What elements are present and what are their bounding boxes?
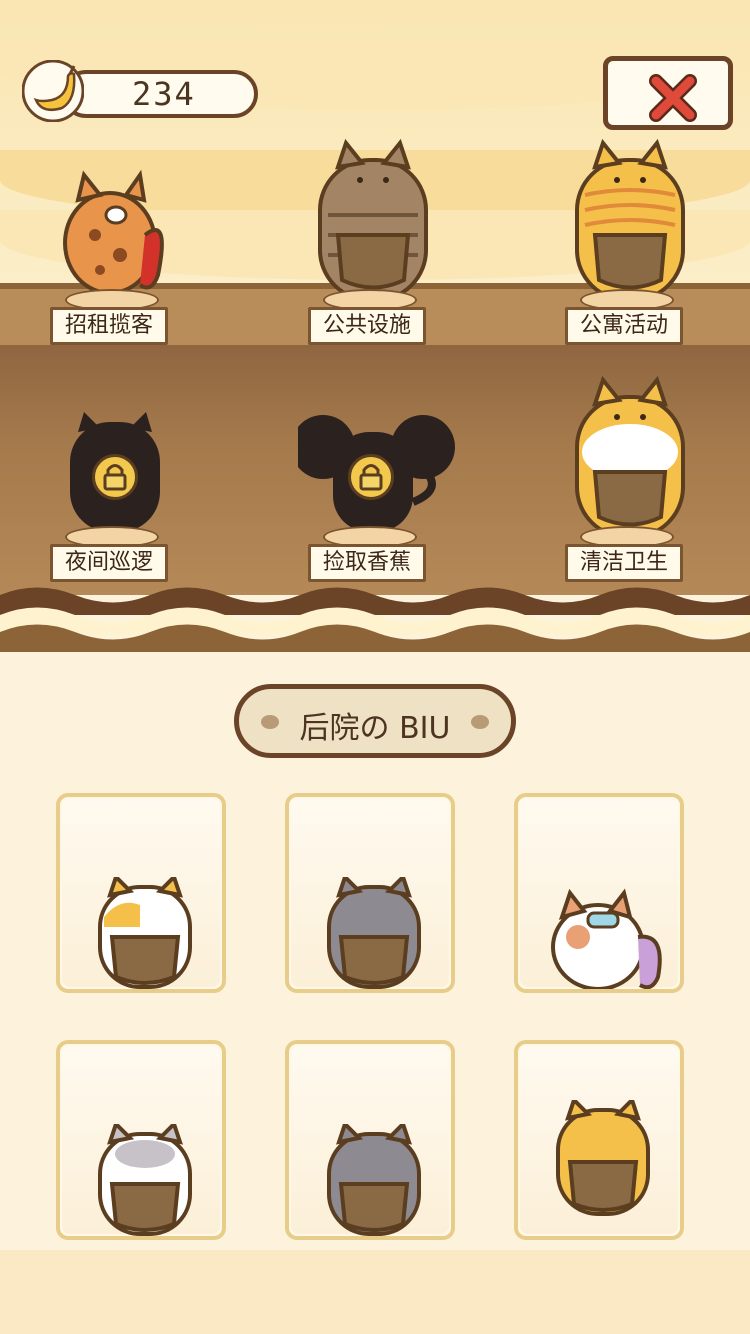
lock-icon bbox=[92, 454, 138, 500]
job-slot-activities[interactable]: 公寓活动 bbox=[555, 105, 705, 345]
gray-apron-cat-icon bbox=[327, 1124, 421, 1236]
backyard-cat-card[interactable] bbox=[285, 1040, 455, 1240]
backyard-cat-card[interactable] bbox=[514, 1040, 684, 1240]
silhouette-cat-icon bbox=[70, 412, 160, 532]
orange-spotted-cat-icon bbox=[63, 169, 164, 295]
sand-floor bbox=[0, 1250, 750, 1334]
backyard-cat-card[interactable] bbox=[56, 793, 226, 993]
backyard-cat-card[interactable] bbox=[514, 793, 684, 993]
lock-icon bbox=[348, 454, 394, 500]
job-slot-cleaning[interactable]: 清洁卫生 bbox=[555, 342, 705, 582]
backyard-title-plaque: 后院の BIU bbox=[234, 684, 516, 758]
backyard-cat-card[interactable] bbox=[56, 1040, 226, 1240]
job-slot-collect-bananas[interactable]: 捡取香蕉 bbox=[298, 342, 455, 582]
orange-white-cat-icon bbox=[575, 375, 685, 539]
job-label: 招租揽客 bbox=[50, 307, 168, 345]
silhouette-mouse-icon bbox=[298, 415, 455, 532]
job-slot-rent[interactable]: 招租揽客 bbox=[40, 105, 190, 345]
tabby-cat-icon bbox=[318, 138, 428, 302]
shelf-wave-bottom bbox=[0, 624, 750, 652]
calico-apron-cat-icon bbox=[98, 877, 192, 989]
calico-goggles-cat-icon bbox=[551, 888, 662, 989]
gray-apron-cat-icon bbox=[327, 877, 421, 989]
job-slot-facilities[interactable]: 公共设施 bbox=[298, 105, 448, 345]
job-label: 公共设施 bbox=[308, 307, 426, 345]
job-label: 公寓活动 bbox=[565, 307, 683, 345]
white-gray-apron-cat-icon bbox=[98, 1124, 192, 1236]
backyard-title: 后院の BIU bbox=[299, 711, 451, 746]
backyard-cat-card[interactable] bbox=[285, 793, 455, 993]
job-label: 捡取香蕉 bbox=[308, 544, 426, 582]
yellow-apron-cat-icon bbox=[556, 1100, 650, 1216]
job-label: 清洁卫生 bbox=[565, 544, 683, 582]
job-slot-night-patrol[interactable]: 夜间巡逻 bbox=[40, 342, 190, 582]
job-label: 夜间巡逻 bbox=[50, 544, 168, 582]
orange-striped-cat-icon bbox=[575, 138, 685, 302]
